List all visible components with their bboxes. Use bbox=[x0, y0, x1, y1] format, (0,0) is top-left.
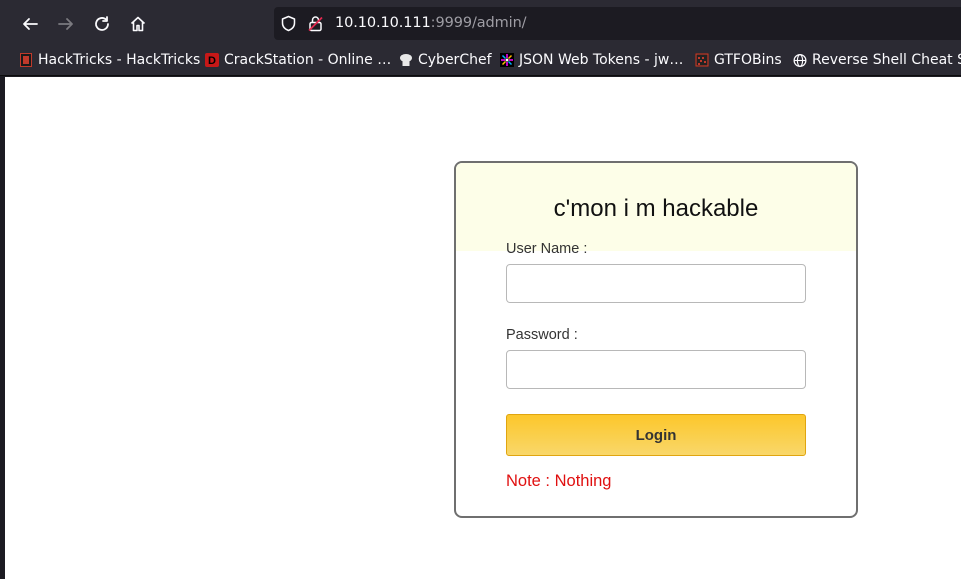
username-input[interactable] bbox=[506, 264, 806, 303]
page-content: c'mon i m hackable User Name : Password … bbox=[5, 77, 961, 579]
page-title: c'mon i m hackable bbox=[553, 195, 759, 222]
crackstation-icon: D bbox=[205, 53, 219, 67]
bookmark-label: GTFOBins bbox=[714, 52, 782, 68]
url-bar[interactable]: 10.10.10.111:9999/admin/ bbox=[274, 7, 961, 40]
home-button[interactable] bbox=[123, 9, 153, 39]
arrow-left-icon bbox=[23, 18, 38, 30]
home-icon bbox=[130, 16, 146, 32]
forward-button[interactable] bbox=[51, 9, 81, 39]
insecure-lock-icon[interactable] bbox=[307, 15, 324, 32]
url-path: :9999/admin/ bbox=[430, 15, 527, 31]
hacktricks-icon bbox=[19, 53, 33, 67]
bookmarks-bar: HackTricks - HackTricks D CrackStation -… bbox=[0, 46, 961, 76]
bookmark-hacktricks[interactable]: HackTricks - HackTricks bbox=[19, 46, 200, 74]
bookmark-crackstation[interactable]: D CrackStation - Online … bbox=[205, 46, 391, 74]
password-label: Password : bbox=[506, 327, 578, 343]
bookmark-label: CyberChef bbox=[418, 52, 492, 68]
globe-icon bbox=[793, 53, 807, 67]
login-card: c'mon i m hackable User Name : Password … bbox=[454, 161, 858, 518]
username-label: User Name : bbox=[506, 241, 588, 257]
arrow-right-icon bbox=[58, 18, 73, 30]
bookmark-label: Reverse Shell Cheat S… bbox=[812, 52, 961, 68]
bookmark-label: JSON Web Tokens - jw… bbox=[519, 52, 684, 68]
browser-toolbar: 10.10.10.111:9999/admin/ bbox=[0, 0, 961, 46]
gtfobins-icon bbox=[695, 53, 709, 67]
svg-text:D: D bbox=[208, 55, 216, 67]
reload-icon bbox=[95, 16, 109, 31]
bookmark-gtfobins[interactable]: GTFOBins bbox=[695, 46, 782, 74]
password-input[interactable] bbox=[506, 350, 806, 389]
bookmark-label: CrackStation - Online … bbox=[224, 52, 392, 68]
bookmark-cyberchef[interactable]: CyberChef bbox=[399, 46, 492, 74]
back-button[interactable] bbox=[15, 9, 45, 39]
url-text[interactable]: 10.10.10.111:9999/admin/ bbox=[335, 7, 527, 40]
bookmark-reverse-shell[interactable]: Reverse Shell Cheat S… bbox=[793, 46, 961, 74]
note-text: Note : Nothing bbox=[506, 472, 612, 490]
login-button[interactable]: Login bbox=[506, 414, 806, 456]
shield-icon[interactable] bbox=[280, 15, 297, 32]
url-host: 10.10.10.111 bbox=[335, 15, 431, 31]
jwt-icon bbox=[500, 53, 514, 67]
cyberchef-icon bbox=[399, 53, 413, 67]
bookmark-label: HackTricks - HackTricks bbox=[38, 52, 201, 68]
bookmark-jwt[interactable]: JSON Web Tokens - jw… bbox=[500, 46, 683, 74]
reload-button[interactable] bbox=[87, 9, 117, 39]
